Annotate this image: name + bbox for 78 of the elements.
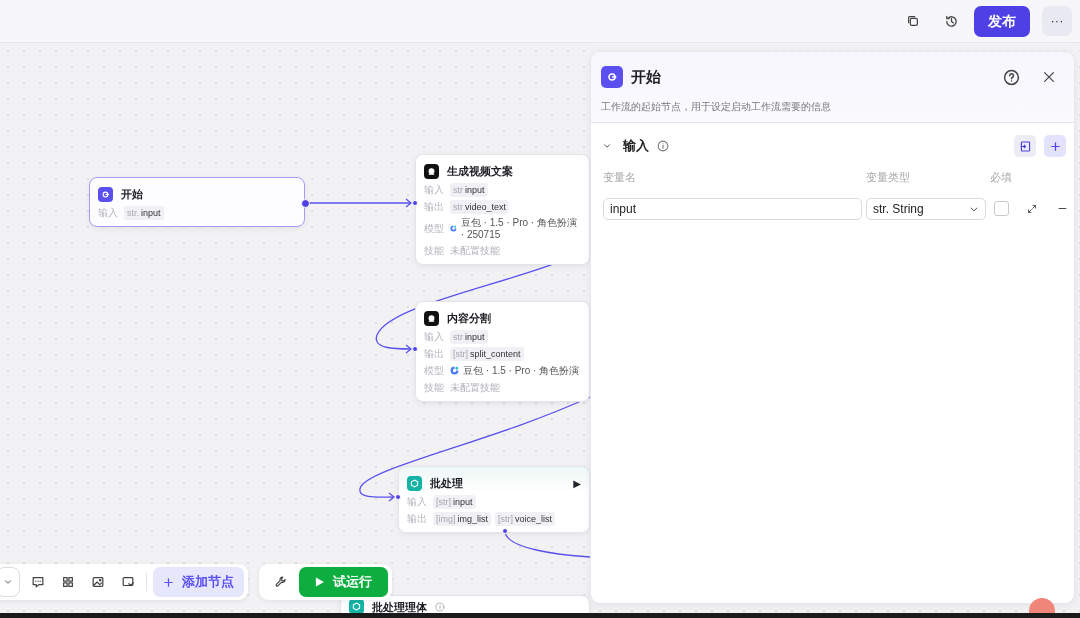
field-label: 输出 xyxy=(424,346,445,361)
plus-icon xyxy=(1049,140,1061,152)
variable-name-field[interactable]: input xyxy=(603,197,862,220)
section-title: 输入 xyxy=(623,137,649,156)
field-label: 技能 xyxy=(424,243,445,258)
field-label: 技能 xyxy=(424,380,445,395)
model-name: 豆包 · 1.5 · Pro · 角色扮演 xyxy=(463,364,580,377)
panel-description: 工作流的起始节点，用于设定启动工作流需要的信息 xyxy=(601,100,832,114)
import-button[interactable] xyxy=(1014,135,1036,157)
field-label: 输入 xyxy=(424,182,445,197)
model-icon xyxy=(450,224,457,233)
info-icon xyxy=(657,140,669,152)
close-icon xyxy=(1042,70,1056,84)
publish-button[interactable]: 发布 xyxy=(974,5,1030,37)
wrench-icon xyxy=(274,575,288,589)
variable-type-select[interactable]: str. String xyxy=(866,197,986,220)
variable-tag: [str] voice_list xyxy=(495,511,556,526)
start-icon xyxy=(98,186,113,202)
skill-value: 未配置技能 xyxy=(450,381,500,394)
node-title: 开始 xyxy=(121,187,143,202)
variable-tag: [img] img_list xyxy=(433,511,492,526)
field-label: 输入 xyxy=(98,205,119,220)
add-node-button[interactable]: 添加节点 xyxy=(153,567,244,597)
history-icon xyxy=(943,13,959,29)
workflow-node[interactable]: 批处理 ▶ 输入 [str] input 输出 [img] img_list [str] voice_list xyxy=(398,466,590,533)
port-dot[interactable] xyxy=(395,494,401,500)
more-button[interactable]: ··· xyxy=(1042,6,1072,36)
variable-tag: str video_text xyxy=(450,199,510,214)
image-icon xyxy=(91,575,105,589)
node-title: 生成视频文案 xyxy=(447,164,513,179)
import-icon xyxy=(1018,139,1032,153)
port-dot[interactable] xyxy=(412,346,418,352)
field-label: 模型 xyxy=(424,363,445,378)
start-icon xyxy=(601,66,623,88)
plus-icon xyxy=(163,576,174,588)
skill-value: 未配置技能 xyxy=(450,244,500,257)
expand-icon xyxy=(1027,203,1037,214)
model-name: 豆包 · 1.5 · Pro · 角色扮演 · 250715 xyxy=(460,216,578,241)
variable-tag: str. input xyxy=(124,205,164,220)
info-icon xyxy=(435,601,445,612)
chevron-down-icon xyxy=(602,141,612,151)
node-title: 批处理 xyxy=(430,476,463,491)
workflow-node[interactable]: 批处理理体 xyxy=(340,595,590,613)
port-dot[interactable] xyxy=(502,528,508,534)
robot-icon xyxy=(424,163,439,179)
grid-icon xyxy=(61,575,75,589)
field-label: 输出 xyxy=(407,511,428,526)
cube-icon xyxy=(407,475,422,491)
variable-tag: str input xyxy=(450,182,488,197)
port-dot[interactable] xyxy=(412,200,418,206)
chevron-down-icon xyxy=(3,577,13,587)
field-label: 输入 xyxy=(424,329,445,344)
help-icon xyxy=(1002,68,1020,86)
screen-icon xyxy=(121,575,135,589)
column-header: 必填 xyxy=(990,170,1013,185)
workflow-node[interactable]: 开始 输入 str. input xyxy=(89,177,305,227)
variable-tag: str input xyxy=(450,329,488,344)
column-header: 变量名 xyxy=(603,170,637,185)
variable-tag: [str] split_content xyxy=(450,346,524,361)
run-node-button[interactable]: ▶ xyxy=(573,475,581,491)
workflow-node[interactable]: 生成视频文案 输入 str input 输出 str video_text 模型 豆包 · 1.5 · Pro · 角色扮演 · 250715 技能 未配置技能 xyxy=(415,154,590,265)
add-variable-button[interactable] xyxy=(1044,135,1066,157)
node-title: 内容分割 xyxy=(447,311,491,326)
play-icon xyxy=(315,577,324,587)
model-icon xyxy=(450,366,459,375)
field-label: 模型 xyxy=(424,221,445,236)
field-label: 输入 xyxy=(407,494,428,509)
workflow-node[interactable]: 内容分割 输入 str input 输出 [str] split_content 模型 豆包 · 1.5 · Pro · 角色扮演 技能 未配置技能 xyxy=(415,301,590,402)
required-checkbox[interactable] xyxy=(994,201,1009,216)
panel-title: 开始 xyxy=(631,66,661,87)
variable-tag: [str] input xyxy=(433,494,476,509)
port-dot[interactable] xyxy=(301,199,310,208)
node-title: 批处理理体 xyxy=(372,599,427,613)
comment-icon xyxy=(31,575,45,589)
robot-icon xyxy=(424,310,439,326)
field-label: 输出 xyxy=(424,199,445,214)
column-header: 变量类型 xyxy=(866,170,911,185)
copy-icon xyxy=(906,14,920,28)
